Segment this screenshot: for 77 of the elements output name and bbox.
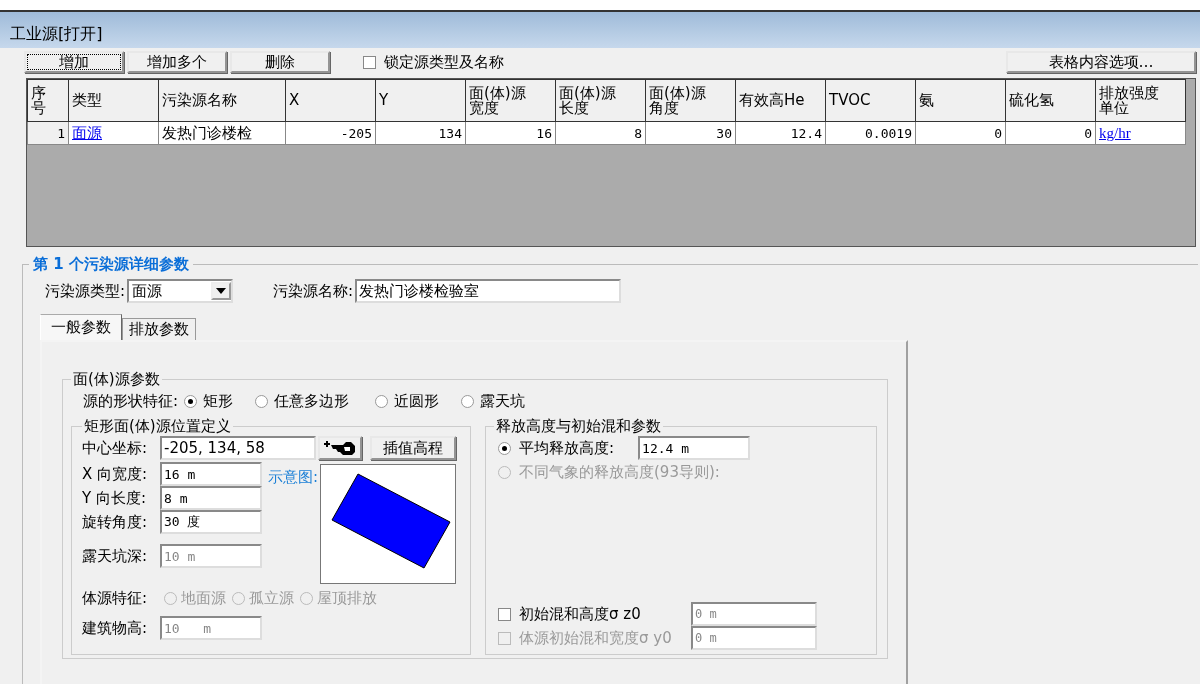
column-header[interactable]: 面(体)源长度 [555,79,646,122]
table-cell: 30 [716,125,732,141]
field-label: Y 向长度: [82,488,147,508]
field-label: 旋转角度: [82,512,149,532]
radio-label: 平均释放高度: [519,438,615,458]
field-label: 建筑物高: [82,618,149,638]
table-cell: 134 [438,125,462,141]
input-field[interactable]: 8 m [160,486,262,510]
table-cell: 8 [634,125,642,141]
column-header[interactable]: 有效高He [735,79,826,122]
toolbar-button[interactable]: 增加多个 [127,51,227,73]
column-header[interactable]: Y [375,79,466,122]
radio-button[interactable] [184,394,198,408]
checkbox-label: 锁定源类型及名称 [384,52,504,72]
input-field[interactable]: 12.4 m [638,436,751,460]
checkbox-label: 体源初始混和宽度σ y0 [519,628,673,648]
group-title: 面(体)源参数 [72,370,161,389]
field-label: X 向宽度: [82,464,149,484]
table-cell: 0 [994,125,1002,141]
diagram-label: 示意图: [268,468,319,487]
dropdown-arrow-icon [216,288,227,294]
type-dropdown[interactable]: 面源 [127,279,234,303]
checkbox[interactable] [498,607,511,621]
radio-label: 任意多边形 [274,391,350,411]
table-cell: 0.0019 [865,125,912,141]
column-header[interactable]: X [285,79,376,122]
column-header[interactable]: 氨 [915,79,1006,122]
radio-label: 露天坑 [480,391,526,411]
input-field[interactable]: 16 m [160,462,262,486]
window-title: 工业源[打开] [10,24,103,45]
radio-label: 矩形 [203,391,234,411]
field-label: 中心坐标: [82,438,149,458]
table-cell: 0 [1084,125,1092,141]
radio-label: 地面源 [181,588,226,608]
radio-label: 近圆形 [394,391,440,411]
row-number: 1 [57,125,65,141]
tab[interactable]: 一般参数 [40,314,122,340]
radio-label: 屋顶排放 [317,588,377,608]
hand-icon [323,440,357,456]
field-label: 污染源类型: [45,281,126,301]
toolbar-button[interactable]: 增加 [24,51,124,73]
input-field[interactable]: 0 m [691,602,817,626]
input-field[interactable]: 30 度 [160,510,262,534]
radio-label: 孤立源 [249,588,294,608]
checkbox-label: 初始混和高度σ z0 [519,604,642,624]
column-header[interactable]: 污染源名称 [158,79,286,122]
radio-button[interactable] [375,394,389,408]
field-label: 源的形状特征: [83,391,179,411]
column-header[interactable]: TVOC [825,79,916,122]
table-cell: -205 [340,125,372,141]
group-title: 矩形面(体)源位置定义 [83,417,232,436]
table-options-button[interactable]: 表格内容选项… [1006,51,1196,73]
radio-button[interactable] [255,394,269,408]
column-header[interactable]: 排放强度单位 [1095,79,1186,122]
field-label: 污染源名称: [273,281,354,301]
column-header[interactable]: 硫化氢 [1005,79,1096,122]
group-title: 释放高度与初始混和参数 [495,417,662,436]
field-label: 露天坑深: [82,546,149,566]
section-title: 第 1 个污染源详细参数 [32,255,190,274]
column-header[interactable]: 面(体)源角度 [645,79,736,122]
column-header[interactable]: 序号 [27,79,69,122]
checkbox[interactable] [363,55,376,69]
radio-button[interactable] [461,394,475,408]
input-field[interactable]: -205, 134, 58 [160,436,316,460]
field-label: 体源特征: [82,588,149,608]
table-cell: 16 [536,125,552,141]
toolbar-button[interactable]: 删除 [230,51,330,73]
interpolate-button[interactable]: 插值高程 [370,436,456,460]
pick-button[interactable] [318,436,362,460]
table-cell: 发热门诊楼检 [162,123,252,142]
radio-label: 不同气象的释放高度(93导则): [519,462,720,482]
input-field[interactable]: 发热门诊楼检验室 [355,279,622,303]
column-header[interactable]: 类型 [68,79,159,122]
table-cell: 12.4 [790,125,822,141]
tab[interactable]: 排放参数 [122,318,196,340]
radio-button[interactable] [498,441,511,455]
column-header[interactable]: 面(体)源宽度 [465,79,556,122]
